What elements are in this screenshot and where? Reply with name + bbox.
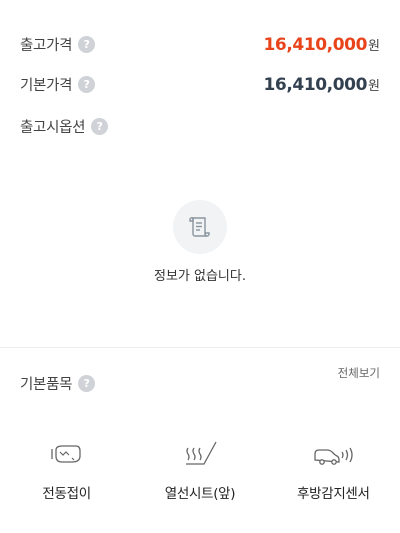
release-price-row: 출고가격 ? 16,410,000 원 <box>20 34 380 55</box>
power-folding-mirror-icon <box>50 440 84 470</box>
help-icon[interactable]: ? <box>78 76 96 93</box>
feature-name: 전동접이 <box>42 486 91 502</box>
options-label-group: 출고시옵션 ? <box>20 116 109 137</box>
options-label: 출고시옵션 <box>20 120 86 136</box>
feature-name: 후방감지센서 <box>296 486 370 502</box>
base-price-row: 기본가격 ? 16,410,000 원 <box>20 74 380 95</box>
basic-items-label: 기본품목 <box>20 377 73 393</box>
rear-sensor-icon <box>312 440 354 470</box>
release-price-value-group: 16,410,000 원 <box>263 35 380 55</box>
base-price-label: 기본가격 <box>20 78 73 94</box>
basic-items-list: 전동접이 열선시트(앞) 후방감지센서 <box>0 440 400 502</box>
feature-name: 열선시트(앞) <box>164 486 236 502</box>
base-price-value: 16,410,000 <box>263 74 368 95</box>
basic-items-label-group: 기본품목 ? <box>20 373 96 394</box>
document-icon <box>189 217 210 237</box>
see-all-link[interactable]: 전체보기 <box>338 365 380 381</box>
feature-item-heated-seat[interactable]: 열선시트(앞) <box>133 440 266 502</box>
base-price-value-group: 16,410,000 원 <box>263 75 380 95</box>
feature-item-rear-sensor[interactable]: 후방감지센서 <box>267 440 400 502</box>
release-price-label: 출고가격 <box>20 38 73 54</box>
basic-items-row: 기본품목 ? <box>20 373 380 394</box>
base-price-label-group: 기본가격 ? <box>20 74 96 95</box>
options-row: 출고시옵션 ? <box>20 116 380 137</box>
base-price-unit: 원 <box>368 78 380 94</box>
heated-seat-icon <box>180 440 220 470</box>
help-icon[interactable]: ? <box>78 36 96 53</box>
feature-item-power-folding[interactable]: 전동접이 <box>0 440 133 502</box>
release-price-value: 16,410,000 <box>263 34 368 55</box>
empty-state-icon <box>173 200 227 254</box>
release-price-label-group: 출고가격 ? <box>20 34 96 55</box>
help-icon[interactable]: ? <box>91 118 109 135</box>
release-price-unit: 원 <box>368 38 380 54</box>
help-icon[interactable]: ? <box>78 375 96 392</box>
section-divider <box>0 347 400 348</box>
empty-state-message: 정보가 없습니다. <box>154 269 246 284</box>
